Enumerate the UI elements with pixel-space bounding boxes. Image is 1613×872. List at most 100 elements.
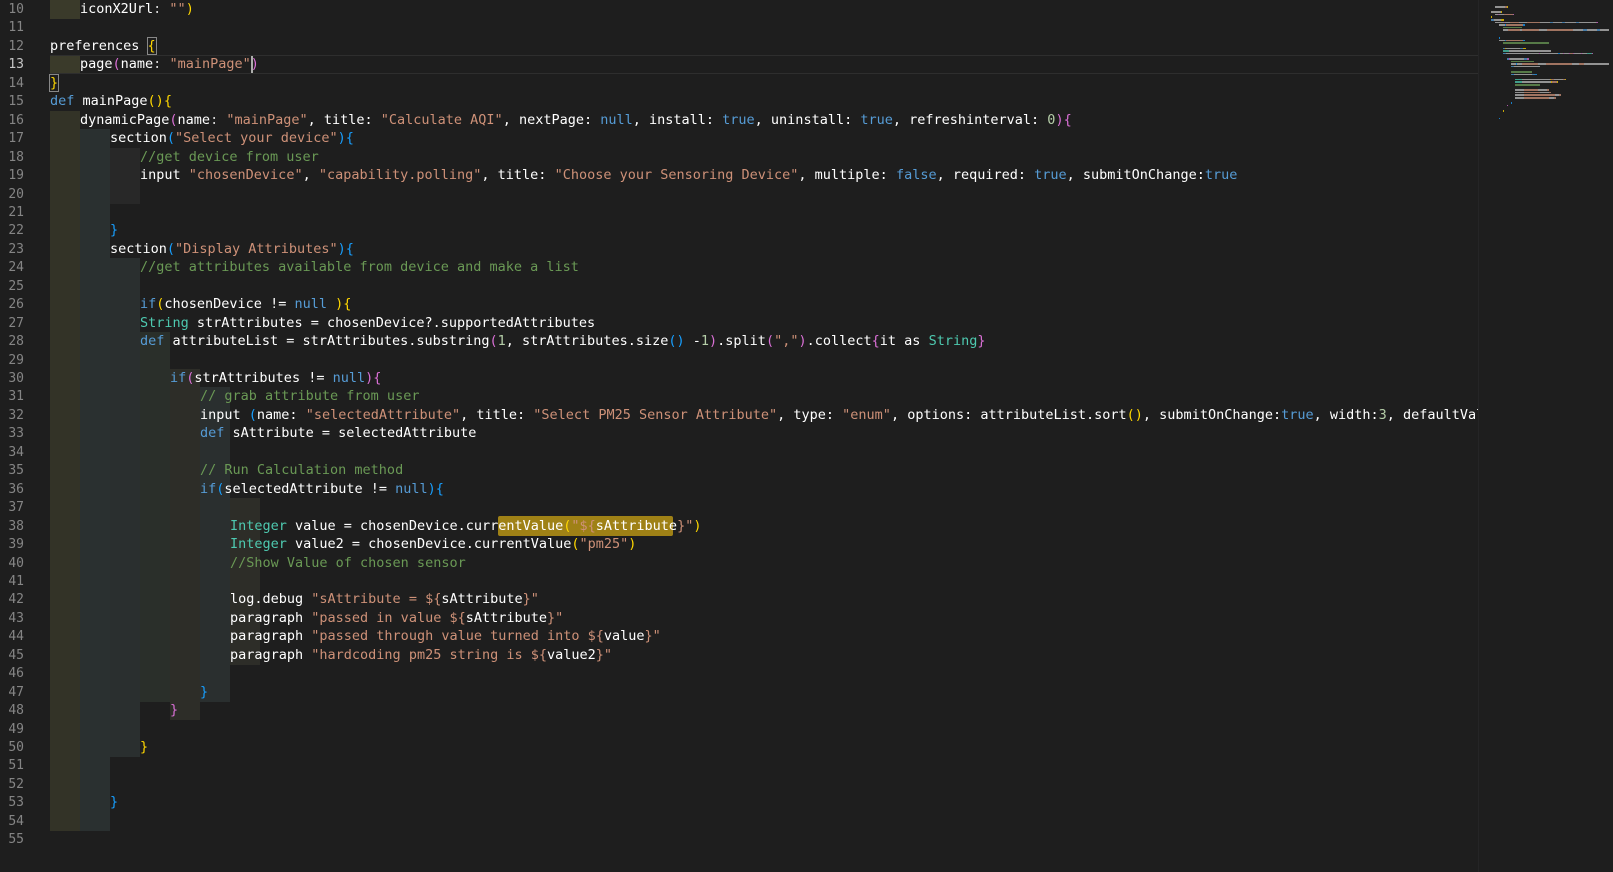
line-number[interactable]: 17 xyxy=(0,129,24,148)
line-number[interactable]: 24 xyxy=(0,258,24,277)
line-number[interactable]: 16 xyxy=(0,111,24,130)
code-line[interactable]: String strAttributes = chosenDevice?.sup… xyxy=(140,314,595,333)
line-number[interactable]: 47 xyxy=(0,683,24,702)
code-token: it as xyxy=(879,333,929,350)
code-line[interactable]: } xyxy=(200,683,208,702)
indent-guide xyxy=(80,313,110,333)
code-line[interactable]: section("Select your device"){ xyxy=(110,129,354,148)
minimap-line xyxy=(1507,104,1508,107)
code-line[interactable]: } xyxy=(140,738,148,757)
line-number[interactable]: 38 xyxy=(0,517,24,536)
line-number[interactable]: 22 xyxy=(0,221,24,240)
indent-guide xyxy=(140,387,170,407)
code-line[interactable]: def mainPage(){ xyxy=(50,92,172,111)
code-line[interactable]: if(selectedAttribute != null){ xyxy=(200,480,444,499)
code-line[interactable]: // Run Calculation method xyxy=(200,461,403,480)
text-cursor xyxy=(251,56,253,74)
line-number-gutter[interactable]: 10 11 12 13 14 15 16 17 18 19 20 21 22 23 24 25 26 27 28 29… xyxy=(0,0,50,872)
code-line[interactable]: Integer value2 = chosenDevice.currentVal… xyxy=(230,535,636,554)
line-number[interactable]: 48 xyxy=(0,701,24,720)
line-number[interactable]: 23 xyxy=(0,240,24,259)
line-number[interactable]: 32 xyxy=(0,406,24,425)
code-line[interactable]: section("Display Attributes"){ xyxy=(110,240,354,259)
code-line[interactable]: if(chosenDevice != null ){ xyxy=(140,295,351,314)
code-token: .collect xyxy=(806,333,872,350)
code-line[interactable]: // grab attribute from user xyxy=(200,387,419,406)
line-number[interactable]: 19 xyxy=(0,166,24,185)
code-token: sAttribute xyxy=(595,517,678,534)
indent-guide xyxy=(170,627,200,647)
line-number[interactable]: 44 xyxy=(0,627,24,646)
line-number[interactable]: 20 xyxy=(0,185,24,204)
line-number[interactable]: 39 xyxy=(0,535,24,554)
code-editor[interactable]: 10 11 12 13 14 15 16 17 18 19 20 21 22 23 24 25 26 27 28 29… xyxy=(0,0,1613,872)
line-number[interactable]: 45 xyxy=(0,646,24,665)
line-number[interactable]: 18 xyxy=(0,148,24,167)
line-number[interactable]: 27 xyxy=(0,314,24,333)
line-number[interactable]: 35 xyxy=(0,461,24,480)
line-number[interactable]: 26 xyxy=(0,295,24,314)
minimap-line xyxy=(1597,21,1598,24)
line-number[interactable]: 36 xyxy=(0,480,24,499)
line-number[interactable]: 46 xyxy=(0,664,24,683)
line-number[interactable]: 11 xyxy=(0,18,24,37)
code-line[interactable]: } xyxy=(110,793,118,812)
code-line[interactable]: } xyxy=(110,221,118,240)
code-token: sAttribute xyxy=(465,609,547,626)
indent-guide xyxy=(80,202,110,222)
code-line[interactable]: Integer value = chosenDevice.currentValu… xyxy=(230,517,701,536)
code-line[interactable]: } xyxy=(170,701,178,720)
line-number[interactable]: 13 xyxy=(0,55,24,74)
line-number[interactable]: 33 xyxy=(0,424,24,443)
code-line[interactable]: dynamicPage(name: "mainPage", title: "Ca… xyxy=(80,111,1072,130)
line-number[interactable]: 52 xyxy=(0,775,24,794)
code-line[interactable]: paragraph "passed in value ${sAttribute}… xyxy=(230,609,563,628)
line-number[interactable]: 50 xyxy=(0,738,24,757)
line-number[interactable]: 42 xyxy=(0,590,24,609)
minimap[interactable] xyxy=(1478,0,1613,872)
code-line[interactable]: //get device from user xyxy=(140,148,319,167)
line-number[interactable]: 51 xyxy=(0,756,24,775)
code-line[interactable]: input "chosenDevice", "capability.pollin… xyxy=(140,166,1237,185)
code-line[interactable]: paragraph "hardcoding pm25 string is ${v… xyxy=(230,646,612,665)
minimap-line xyxy=(1584,63,1609,65)
code-line[interactable]: iconX2Url: "") xyxy=(80,0,194,19)
line-number[interactable]: 31 xyxy=(0,387,24,406)
code-line[interactable]: def sAttribute = selectedAttribute xyxy=(200,424,476,443)
line-number[interactable]: 34 xyxy=(0,443,24,462)
code-line[interactable]: input (name: "selectedAttribute", title:… xyxy=(200,406,1533,425)
line-number[interactable]: 49 xyxy=(0,720,24,739)
line-number[interactable]: 21 xyxy=(0,203,24,222)
indent-guide xyxy=(140,405,170,425)
line-number[interactable]: 25 xyxy=(0,277,24,296)
code-line[interactable]: log.debug "sAttribute = ${sAttribute}" xyxy=(230,590,539,609)
line-number[interactable]: 37 xyxy=(0,498,24,517)
indent-guide xyxy=(80,479,110,499)
line-number[interactable]: 28 xyxy=(0,332,24,351)
line-number[interactable]: 43 xyxy=(0,609,24,628)
line-number[interactable]: 55 xyxy=(0,830,24,849)
line-number[interactable]: 54 xyxy=(0,812,24,831)
line-number[interactable]: 53 xyxy=(0,793,24,812)
code-line[interactable]: preferences { xyxy=(50,36,157,56)
indent-guide xyxy=(230,498,260,518)
line-number[interactable]: 40 xyxy=(0,554,24,573)
line-number[interactable]: 10 xyxy=(0,0,24,19)
code-area[interactable]: iconX2Url: "") preferences {page(name: "m… xyxy=(48,0,1533,872)
line-number[interactable]: 29 xyxy=(0,351,24,370)
minimap-line xyxy=(1549,91,1551,94)
code-line[interactable]: } xyxy=(48,73,60,93)
code-token: , strAttributes.size xyxy=(505,333,669,350)
line-number[interactable]: 12 xyxy=(0,37,24,56)
code-line[interactable]: //Show Value of chosen sensor xyxy=(230,554,466,573)
code-line[interactable]: //get attributes available from device a… xyxy=(140,258,579,277)
indent-guide xyxy=(50,405,80,425)
line-number[interactable]: 30 xyxy=(0,369,24,388)
code-line[interactable]: if(strAttributes != null){ xyxy=(170,369,381,388)
code-line[interactable]: def attributeList = strAttributes.substr… xyxy=(140,332,985,351)
line-number[interactable]: 41 xyxy=(0,572,24,591)
line-number[interactable]: 14 xyxy=(0,74,24,93)
code-line[interactable]: page(name: "mainPage") xyxy=(80,55,259,74)
line-number[interactable]: 15 xyxy=(0,92,24,111)
code-line[interactable]: paragraph "passed through value turned i… xyxy=(230,627,661,646)
